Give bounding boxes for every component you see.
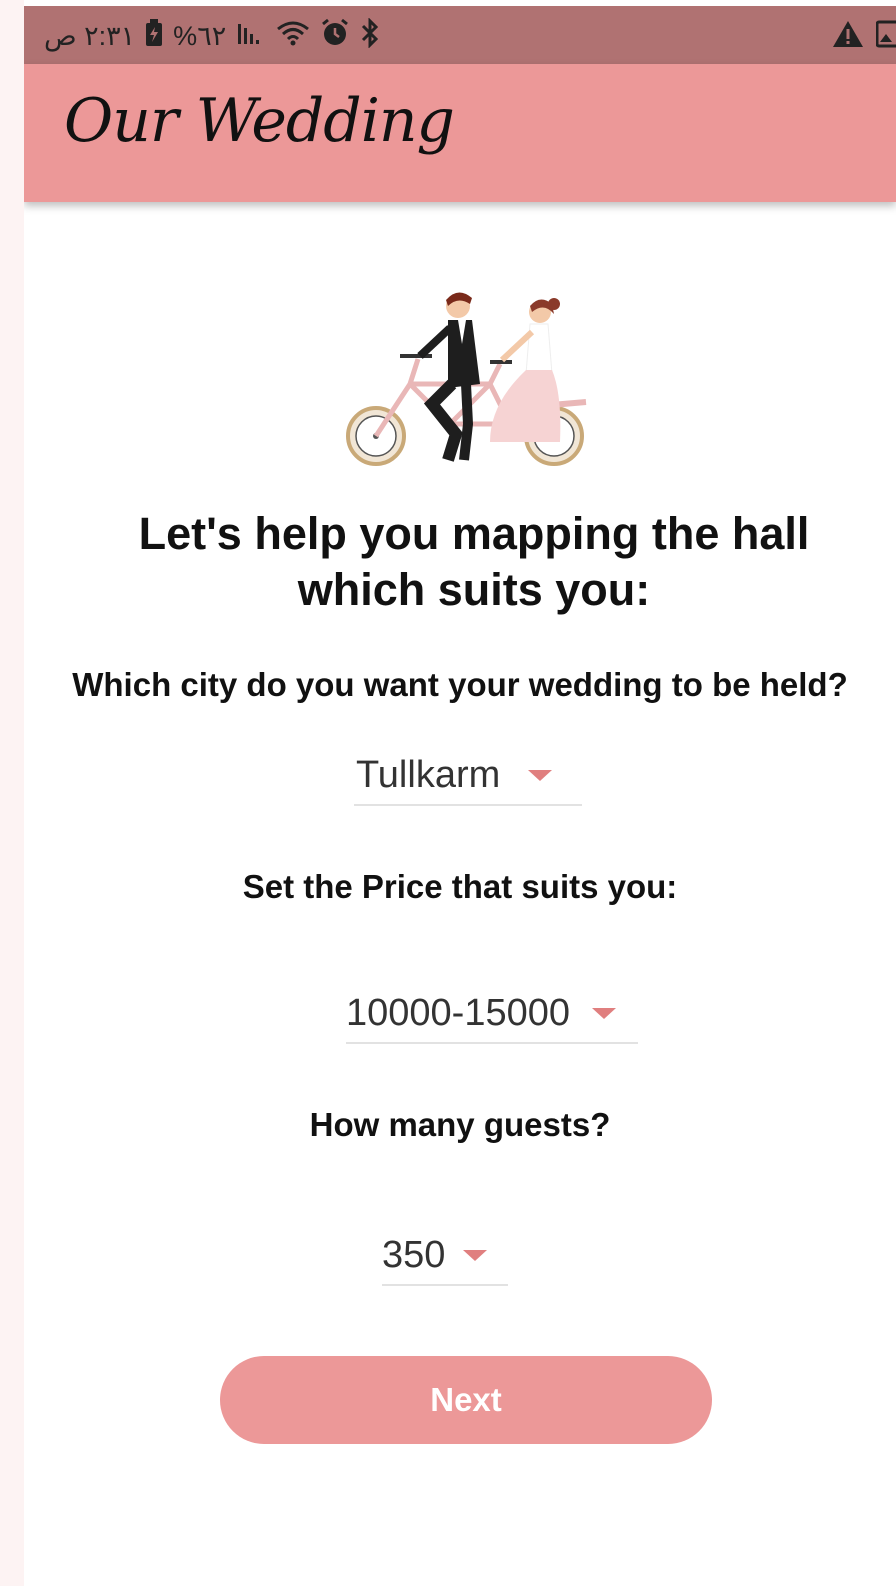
price-dropdown-caret-icon: [592, 1007, 616, 1019]
wifi-icon: [276, 19, 310, 54]
price-question-label: Set the Price that suits you:: [242, 868, 678, 905]
left-margin: [0, 0, 24, 1586]
city-dropdown[interactable]: Tullkarm: [354, 746, 582, 806]
bluetooth-icon: [360, 16, 380, 55]
price-dropdown-value: 10000-15000: [346, 991, 570, 1034]
guests-dropdown[interactable]: 350: [382, 1226, 508, 1286]
next-button[interactable]: Next: [220, 1356, 712, 1444]
guests-question-label: How many guests?: [309, 1106, 611, 1143]
city-question-label: Which city do you want your wedding to b…: [72, 666, 848, 703]
city-dropdown-caret-icon: [528, 769, 553, 781]
status-time: ٢:٣١ ص: [44, 20, 136, 51]
page-headline: Let's help you mapping the hall which su…: [138, 508, 810, 615]
status-bar-right: [832, 20, 896, 53]
app-title: Our Wedding: [64, 86, 455, 156]
alarm-icon: [320, 18, 350, 55]
app-screen: ٢:٣١ ص %٦٢ Our Wedding Let's help you ma…: [24, 6, 896, 1586]
status-bar-left: ٢:٣١ ص %٦٢: [44, 16, 380, 56]
battery-percent: %٦٢: [173, 20, 227, 51]
warning-icon: [832, 20, 864, 53]
status-bar: ٢:٣١ ص %٦٢: [24, 6, 896, 64]
signal-icon: [236, 20, 266, 53]
battery-charging-icon: [145, 18, 163, 54]
city-dropdown-value: Tullkarm: [356, 753, 501, 796]
guests-dropdown-value: 350: [382, 1233, 446, 1276]
app-bar: Our Wedding: [24, 64, 896, 202]
couple-tandem-bicycle-illustration: [340, 284, 592, 474]
image-icon: [875, 20, 896, 53]
guests-dropdown-caret-icon: [463, 1249, 488, 1261]
price-dropdown[interactable]: 10000-15000: [346, 984, 638, 1044]
